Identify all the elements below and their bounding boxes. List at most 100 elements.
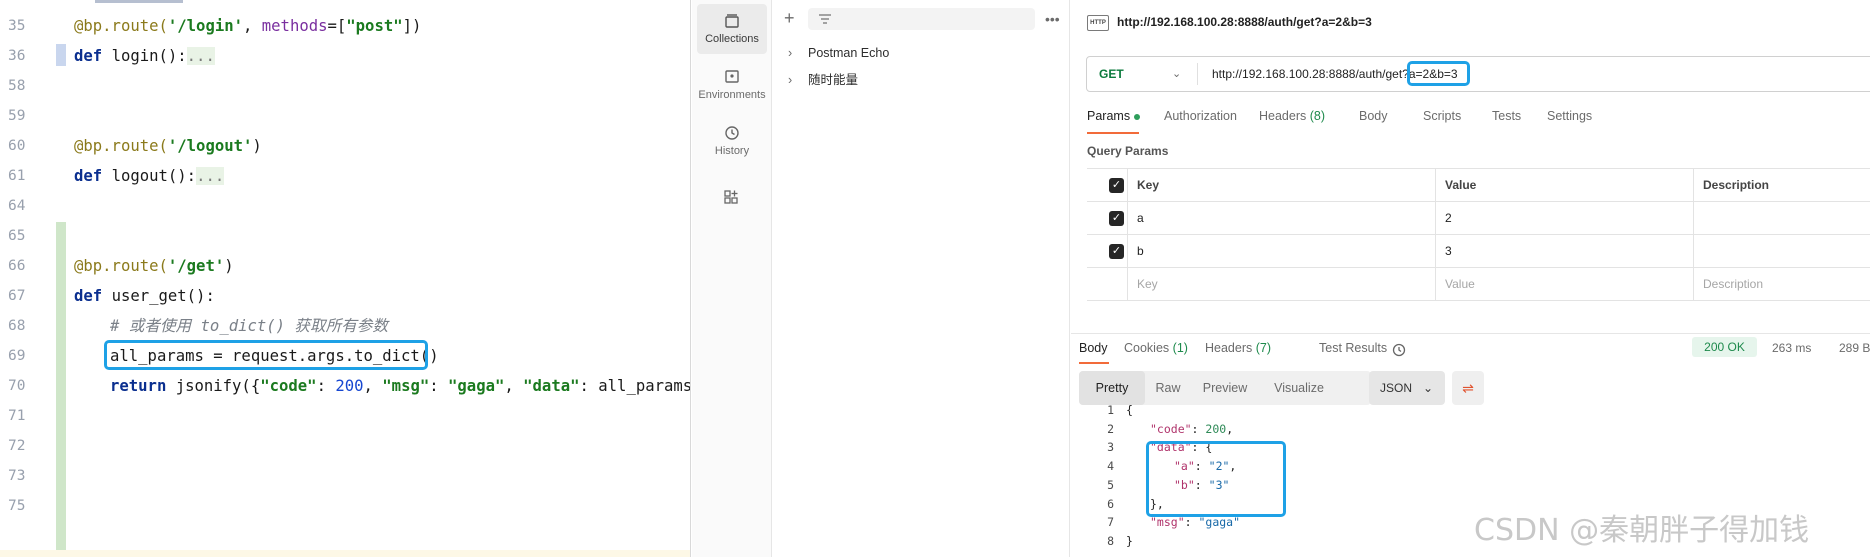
add-icon[interactable]: + [784, 9, 795, 27]
tab-response-body[interactable]: Body [1079, 341, 1108, 355]
language-select[interactable]: JSON ⌄ [1369, 371, 1445, 405]
method-select[interactable]: GET [1099, 57, 1124, 91]
url-bar[interactable]: GET ⌄ http://192.168.100.28:8888/auth/ge… [1086, 56, 1870, 92]
code-token: "gaga" [448, 377, 505, 395]
more-options-icon[interactable]: ••• [1045, 10, 1060, 28]
history-icon[interactable] [1391, 342, 1407, 358]
json-token: "msg" [1150, 515, 1185, 530]
code-editor[interactable]: 35 @bp.route('/login', methods=["post"]) 3… [0, 0, 691, 557]
code-token: =[ [327, 17, 347, 35]
tab-headers[interactable]: Headers (8) [1259, 109, 1325, 123]
code-line[interactable]: 65 [0, 221, 690, 251]
code-token: ]) [402, 17, 422, 35]
new-key-input[interactable]: Key [1127, 268, 1435, 300]
tab-body[interactable]: Body [1359, 109, 1388, 123]
tab-label: Settings [1547, 109, 1593, 123]
tab-cookies[interactable]: Cookies (1) [1124, 341, 1188, 355]
sidebar-item-history[interactable]: History [697, 116, 767, 166]
tab-count: (7) [1255, 341, 1272, 355]
param-key-cell[interactable]: b [1127, 235, 1435, 267]
active-response-tab-indicator [1079, 362, 1109, 364]
tab-count: (8) [1309, 109, 1326, 123]
code-token: ) [224, 257, 234, 275]
line-number: 70 [8, 378, 26, 394]
code-line[interactable]: 75 [0, 491, 690, 521]
sidebar-item-environments[interactable]: Environments [697, 60, 767, 110]
code-line[interactable]: 35 @bp.route('/login', methods=["post"]) [0, 11, 690, 41]
param-checkbox[interactable]: ✓ [1109, 244, 1124, 259]
chevron-down-icon[interactable]: ⌄ [1172, 57, 1181, 91]
code-line[interactable]: 59 [0, 101, 690, 131]
environments-icon [725, 70, 739, 83]
code-line[interactable]: 73 [0, 461, 690, 491]
json-token: , [1226, 421, 1234, 436]
tab-scripts[interactable]: Scripts [1423, 109, 1461, 123]
code-line[interactable]: 60 @bp.route('/logout') [0, 131, 690, 161]
json-token: : [1184, 515, 1199, 530]
history-icon [725, 126, 739, 140]
code-token: user_get(): [111, 287, 215, 305]
param-description-cell[interactable] [1693, 235, 1870, 267]
response-size[interactable]: 289 B [1839, 341, 1870, 355]
filter-input[interactable] [808, 8, 1035, 30]
line-number: 75 [8, 498, 26, 514]
tab-authorization[interactable]: Authorization [1164, 109, 1237, 123]
tab-response-headers[interactable]: Headers (7) [1205, 341, 1271, 355]
code-line[interactable]: 66 @bp.route('/get') [0, 251, 690, 281]
code-line[interactable]: 70 return jsonify({"code": 200, "msg": "g… [0, 371, 690, 401]
code-token: 200 [335, 377, 364, 395]
line-number: 5 [1107, 477, 1114, 492]
code-line[interactable]: 36 def login():... [0, 41, 690, 71]
url-base: http://192.168.100.28:8888/auth/get [1212, 67, 1403, 81]
tab-settings[interactable]: Settings [1547, 109, 1592, 123]
line-number: 36 [8, 48, 26, 64]
code-text: def logout():... [74, 161, 225, 191]
param-value-cell[interactable]: 2 [1435, 202, 1693, 234]
code-token: '/login' [167, 17, 243, 35]
tab-test-results[interactable]: Test Results [1319, 341, 1387, 355]
wrap-lines-button[interactable]: ⇌ [1452, 371, 1484, 405]
json-token: "gaga" [1198, 515, 1241, 530]
param-checkbox[interactable]: ✓ [1109, 211, 1124, 226]
line-number: 68 [8, 318, 26, 334]
add-workspace-icon [724, 190, 738, 204]
sidebar-item-add-workspace[interactable] [697, 180, 767, 230]
line-number: 4 [1107, 459, 1114, 474]
param-value-cell[interactable]: 3 [1435, 235, 1693, 267]
code-token: "post" [346, 17, 403, 35]
tab-tests[interactable]: Tests [1492, 109, 1521, 123]
new-description-input[interactable]: Description [1693, 268, 1870, 300]
code-line[interactable]: 61 def logout():... [0, 161, 690, 191]
select-all-checkbox[interactable]: ✓ [1109, 178, 1124, 193]
response-time[interactable]: 263 ms [1772, 341, 1811, 355]
tree-item-collection[interactable]: › 随时能量 [788, 70, 858, 90]
new-value-input[interactable]: Value [1435, 268, 1693, 300]
sidebar-item-collections[interactable]: Collections [697, 4, 767, 54]
tab-label: Body [1359, 109, 1388, 123]
code-line[interactable]: 71 [0, 401, 690, 431]
code-token: @bp.route( [74, 17, 168, 35]
code-line[interactable]: 58 [0, 71, 690, 101]
line-number: 67 [8, 288, 26, 304]
tab-count: (1) [1172, 341, 1188, 355]
column-header-key: Key [1127, 169, 1435, 201]
format-raw-button[interactable]: Raw [1145, 371, 1191, 405]
code-token: , [363, 377, 383, 395]
code-line[interactable]: 72 [0, 431, 690, 461]
tree-item-postman-echo[interactable]: › Postman Echo [788, 43, 889, 63]
tab-label: Tests [1492, 109, 1522, 123]
param-key-cell[interactable]: a [1127, 202, 1435, 234]
tab-params[interactable]: Params [1087, 109, 1141, 123]
response-divider[interactable] [1071, 333, 1870, 334]
column-header-value: Value [1435, 169, 1693, 201]
status-badge[interactable]: 200 OK [1692, 337, 1757, 357]
format-visualize-button[interactable]: Visualize [1259, 371, 1339, 405]
param-description-cell[interactable] [1693, 202, 1870, 234]
code-line[interactable]: 67 def user_get(): [0, 281, 690, 311]
format-preview-button[interactable]: Preview [1191, 371, 1259, 405]
chevron-right-icon: › [788, 73, 793, 87]
code-line[interactable]: 64 [0, 191, 690, 221]
format-pretty-button[interactable]: Pretty [1079, 371, 1145, 405]
code-token: # 或者使用 to_dict() 获取所有参数 [110, 317, 388, 335]
code-line[interactable]: 68 # 或者使用 to_dict() 获取所有参数 [0, 311, 690, 341]
